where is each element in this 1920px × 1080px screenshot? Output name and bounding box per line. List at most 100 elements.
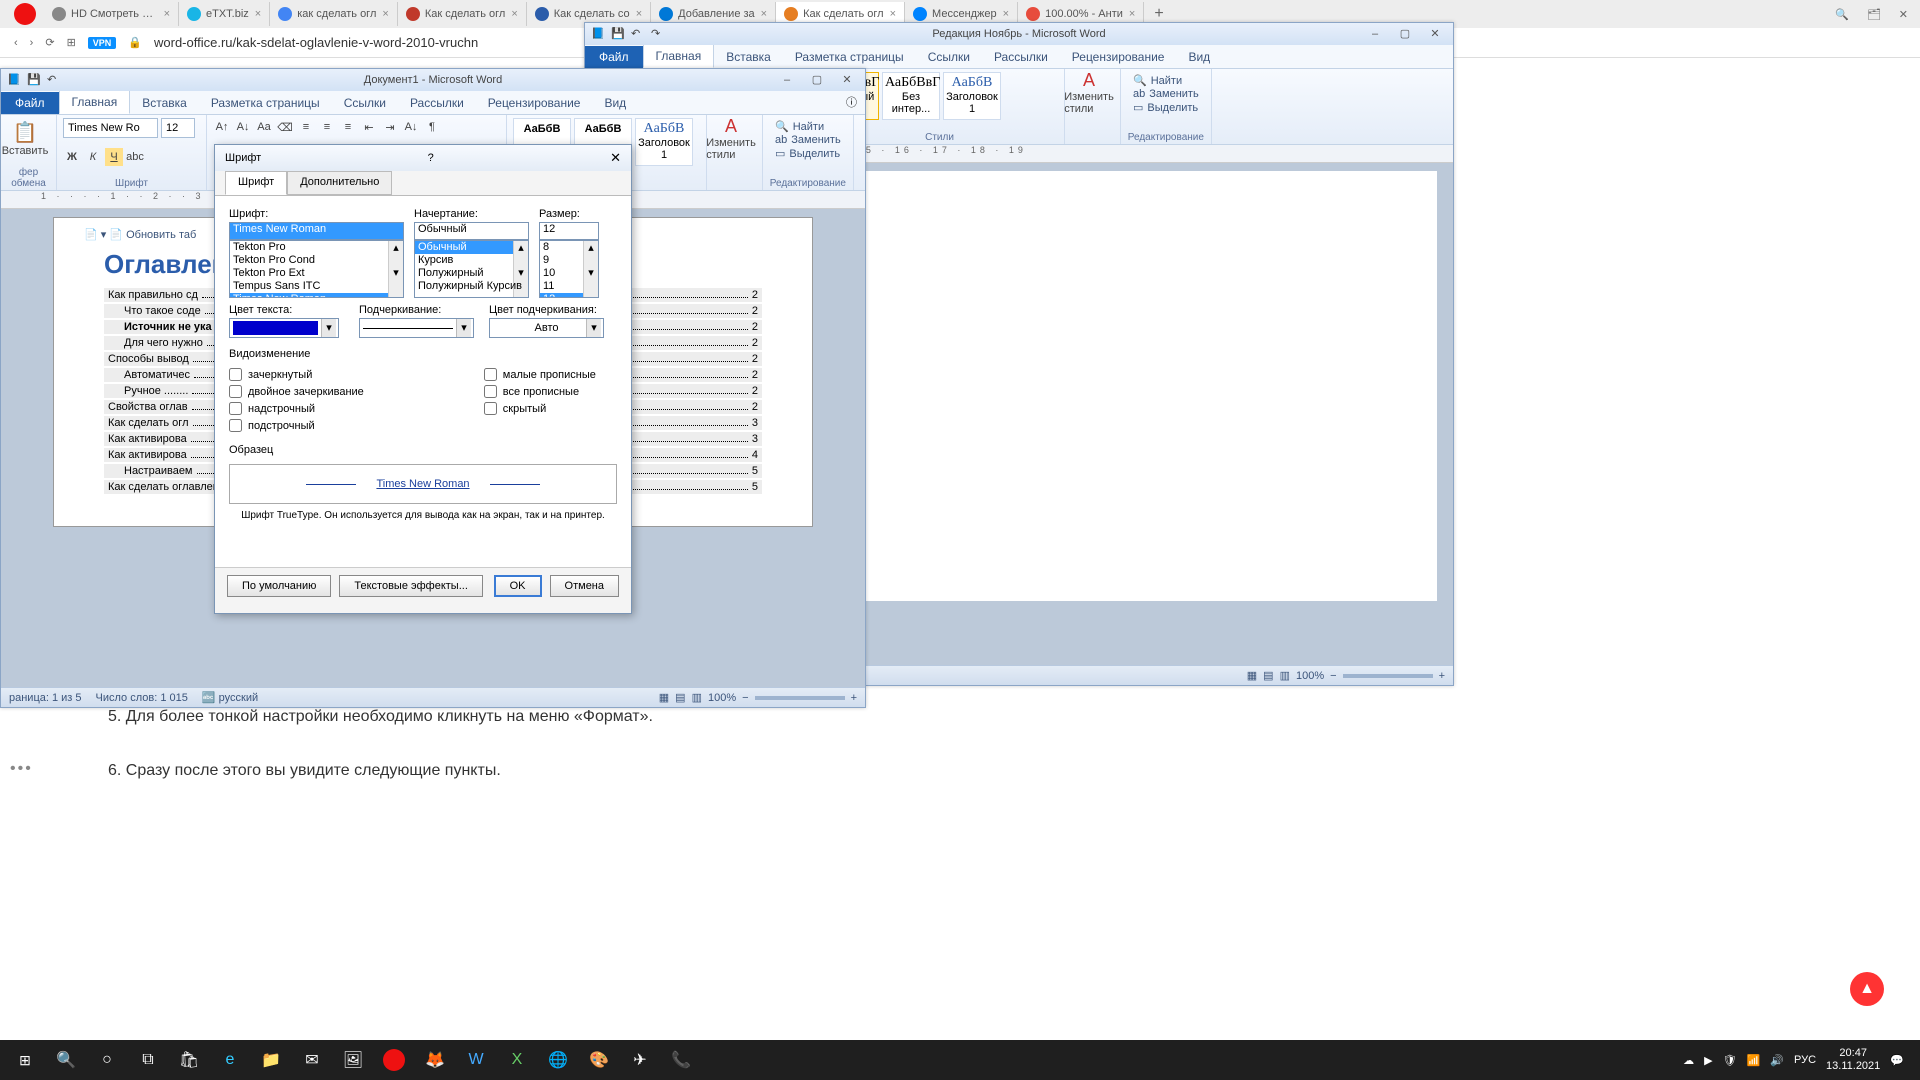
- close-icon[interactable]: ✕: [1899, 8, 1908, 21]
- zoom-in-button[interactable]: +: [851, 692, 857, 704]
- titlebar[interactable]: 📘💾↶ Документ1 - Microsoft Word –▢✕: [1, 69, 865, 91]
- case-icon[interactable]: Aa: [255, 118, 273, 136]
- style-heading1[interactable]: АаБбВЗаголовок 1: [635, 118, 693, 166]
- tray-icon[interactable]: 📶: [1747, 1054, 1761, 1067]
- select-button[interactable]: ▭Выделить: [1133, 101, 1199, 114]
- undo-icon[interactable]: ↶: [47, 73, 61, 87]
- font-name-input[interactable]: Times New Roman: [229, 222, 404, 240]
- close-button[interactable]: ✕: [1421, 25, 1449, 43]
- checkbox-strike[interactable]: зачеркнутый: [229, 368, 364, 381]
- tab-layout[interactable]: Разметка страницы: [783, 46, 916, 68]
- scroll-top-button[interactable]: ▲: [1850, 972, 1884, 1006]
- tab-layout[interactable]: Разметка страницы: [199, 92, 332, 114]
- tab-review[interactable]: Рецензирование: [1060, 46, 1177, 68]
- app-icon[interactable]: 🎨: [580, 1041, 618, 1079]
- lock-icon[interactable]: 🔒: [128, 36, 142, 49]
- underline-combo[interactable]: [359, 318, 474, 338]
- clock[interactable]: 20:4713.11.2021: [1826, 1047, 1880, 1073]
- notifications-icon[interactable]: 💬: [1890, 1054, 1904, 1067]
- store-icon[interactable]: 🛍: [170, 1041, 208, 1079]
- page-status[interactable]: раница: 1 из 5: [9, 692, 82, 704]
- bold-button[interactable]: Ж: [63, 148, 81, 166]
- tab-review[interactable]: Рецензирование: [476, 92, 593, 114]
- zoom-slider[interactable]: [755, 696, 845, 700]
- close-icon[interactable]: ×: [636, 8, 642, 20]
- cortana-icon[interactable]: ○: [88, 1041, 126, 1079]
- tab-2[interactable]: как сделать огл×: [270, 2, 398, 26]
- word-icon[interactable]: W: [457, 1041, 495, 1079]
- tab-refs[interactable]: Ссылки: [916, 46, 982, 68]
- explorer-icon[interactable]: 📁: [252, 1041, 290, 1079]
- change-styles-button[interactable]: AИзменить стили: [1071, 72, 1107, 112]
- titlebar[interactable]: 📘💾↶↷ Редакция Ноябрь - Microsoft Word –▢…: [585, 23, 1453, 45]
- tab-mail[interactable]: Рассылки: [982, 46, 1060, 68]
- start-button[interactable]: ⊞: [6, 1041, 44, 1079]
- sidebar-menu-icon[interactable]: •••: [10, 760, 33, 778]
- close-icon[interactable]: ×: [511, 8, 517, 20]
- help-icon[interactable]: ⓘ: [838, 90, 865, 114]
- list-item[interactable]: Обычный: [415, 241, 528, 254]
- reload-button[interactable]: ⟳: [45, 36, 54, 49]
- checkbox-smallcaps[interactable]: малые прописные: [484, 368, 596, 381]
- list-item[interactable]: Курсив: [415, 254, 528, 267]
- maximize-button[interactable]: ▢: [803, 71, 831, 89]
- lang-status[interactable]: 🔤 русский: [202, 691, 258, 704]
- indent-dec-icon[interactable]: ⇤: [360, 118, 378, 136]
- italic-button[interactable]: К: [84, 148, 102, 166]
- font-list[interactable]: ▴▾Tekton ProTekton Pro CondTekton Pro Ex…: [229, 240, 404, 298]
- new-tab-button[interactable]: +: [1144, 5, 1173, 23]
- task-view-icon[interactable]: ⧉: [129, 1041, 167, 1079]
- tray-icon[interactable]: ▶: [1704, 1054, 1712, 1067]
- vpn-badge[interactable]: VPN: [88, 37, 117, 49]
- speed-dial-icon[interactable]: ⊞: [67, 36, 76, 49]
- dialog-titlebar[interactable]: Шрифт?✕: [215, 145, 631, 171]
- default-button[interactable]: По умолчанию: [227, 575, 331, 597]
- checkbox-sub[interactable]: подстрочный: [229, 419, 364, 432]
- tab-3[interactable]: Как сделать огл×: [398, 2, 527, 26]
- help-icon[interactable]: ?: [428, 152, 434, 164]
- cancel-button[interactable]: Отмена: [550, 575, 619, 597]
- zoom-out-button[interactable]: −: [1330, 670, 1336, 682]
- redo-icon[interactable]: ↷: [651, 27, 665, 41]
- select-button[interactable]: ▭Выделить: [775, 147, 841, 160]
- size-select[interactable]: [161, 118, 195, 138]
- tab-mail[interactable]: Рассылки: [398, 92, 476, 114]
- tab-advanced[interactable]: Дополнительно: [287, 171, 392, 195]
- zoom-in-button[interactable]: +: [1439, 670, 1445, 682]
- list-item[interactable]: Times New Roman: [230, 293, 403, 298]
- tray-icon[interactable]: 🔊: [1770, 1054, 1784, 1067]
- minimize-button[interactable]: –: [773, 71, 801, 89]
- lang-indicator[interactable]: РУС: [1794, 1054, 1816, 1066]
- viber-icon[interactable]: 📞: [662, 1041, 700, 1079]
- scrollbar[interactable]: ▴▾: [388, 241, 403, 297]
- save-icon[interactable]: 💾: [611, 27, 625, 41]
- style-nospacing[interactable]: АаБбВвГБез интер...: [882, 72, 940, 120]
- size-list[interactable]: ▴▾89101112: [539, 240, 599, 298]
- tab-font[interactable]: Шрифт: [225, 171, 287, 195]
- find-button[interactable]: 🔍Найти: [775, 120, 841, 133]
- tab-1[interactable]: eTXT.biz×: [179, 2, 270, 26]
- change-styles-button[interactable]: AИзменить стили: [713, 118, 749, 158]
- forward-button[interactable]: ›: [30, 37, 34, 49]
- bullets-icon[interactable]: ≡: [297, 118, 315, 136]
- underline-color-combo[interactable]: Авто: [489, 318, 604, 338]
- tab-insert[interactable]: Вставка: [714, 46, 783, 68]
- numbering-icon[interactable]: ≡: [318, 118, 336, 136]
- telegram-icon[interactable]: ✈: [621, 1041, 659, 1079]
- tray-icon[interactable]: ☁: [1683, 1054, 1694, 1067]
- style-input[interactable]: Обычный: [414, 222, 529, 240]
- view-icon[interactable]: ▥: [692, 691, 702, 704]
- back-button[interactable]: ‹: [14, 37, 18, 49]
- tray-icon[interactable]: 🛡: [1723, 1054, 1737, 1067]
- undo-icon[interactable]: ↶: [631, 27, 645, 41]
- strike-button[interactable]: abc: [126, 148, 144, 166]
- tab-home[interactable]: Главная: [59, 90, 131, 114]
- list-item[interactable]: Полужирный: [415, 267, 528, 280]
- close-icon[interactable]: ×: [255, 8, 261, 20]
- firefox-icon[interactable]: 🦊: [416, 1041, 454, 1079]
- minimize-button[interactable]: –: [1361, 25, 1389, 43]
- view-icon[interactable]: ▦: [1247, 669, 1257, 682]
- indent-inc-icon[interactable]: ⇥: [381, 118, 399, 136]
- checkbox-sup[interactable]: надстрочный: [229, 402, 364, 415]
- view-icon[interactable]: ▤: [1263, 669, 1273, 682]
